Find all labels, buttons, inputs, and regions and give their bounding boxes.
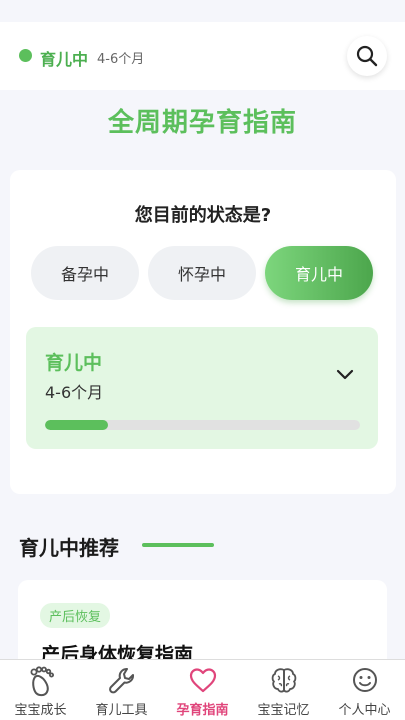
stage-name: 育儿中 (45, 352, 103, 374)
top-bar: 育儿中 4-6个月 (0, 22, 405, 90)
status-dot (19, 49, 32, 62)
option-parenting[interactable]: 育儿中 (265, 246, 373, 300)
stage-progress-bar (45, 420, 360, 430)
stage-progress-fill (45, 420, 108, 430)
stage-selector[interactable]: 育儿中 4-6个月 (26, 327, 378, 449)
tab-tools[interactable]: 育儿工具 (81, 660, 162, 720)
page-title: 全周期孕育指南 (107, 108, 297, 138)
option-pregnant[interactable]: 怀孕中 (148, 246, 256, 300)
option-preparing[interactable]: 备孕中 (31, 246, 139, 300)
brain-icon (271, 668, 297, 693)
wrench-icon (109, 668, 134, 694)
tab-label: 育儿工具 (95, 703, 148, 718)
tab-label: 个人中心 (338, 703, 391, 718)
tab-label: 宝宝记忆 (257, 703, 310, 718)
search-button[interactable] (347, 36, 387, 76)
stage-range: 4-6个月 (45, 383, 104, 402)
search-icon (356, 45, 378, 67)
recommend-card[interactable]: 产后恢复 产后身体恢复指南 (18, 580, 387, 670)
heart-icon (189, 668, 217, 693)
section-underline (142, 543, 214, 547)
tab-baby-memory[interactable]: 宝宝记忆 (243, 660, 324, 720)
header-stage: 4-6个月 (97, 52, 145, 67)
status-strip (0, 0, 405, 22)
recommend-tag: 产后恢复 (40, 603, 111, 628)
tab-label: 孕育指南 (176, 703, 229, 718)
tab-baby-growth[interactable]: 宝宝成长 (0, 660, 81, 720)
tab-guide[interactable]: 孕育指南 (162, 660, 243, 720)
recommend-section-title: 育儿中推荐 (19, 536, 119, 560)
state-question: 您目前的状态是? (134, 205, 272, 226)
bottom-tab-bar: 宝宝成长 育儿工具 孕育指南 宝宝记忆 个人中心 (0, 659, 405, 720)
header-status: 育儿中 (40, 50, 89, 69)
footprint-icon (30, 666, 54, 697)
tab-label: 宝宝成长 (14, 703, 67, 718)
smiley-icon (353, 668, 377, 692)
chevron-down-icon[interactable] (334, 363, 356, 385)
tab-profile[interactable]: 个人中心 (324, 660, 405, 720)
state-card: 您目前的状态是? 备孕中 怀孕中 育儿中 育儿中 4-6个月 (10, 170, 396, 494)
